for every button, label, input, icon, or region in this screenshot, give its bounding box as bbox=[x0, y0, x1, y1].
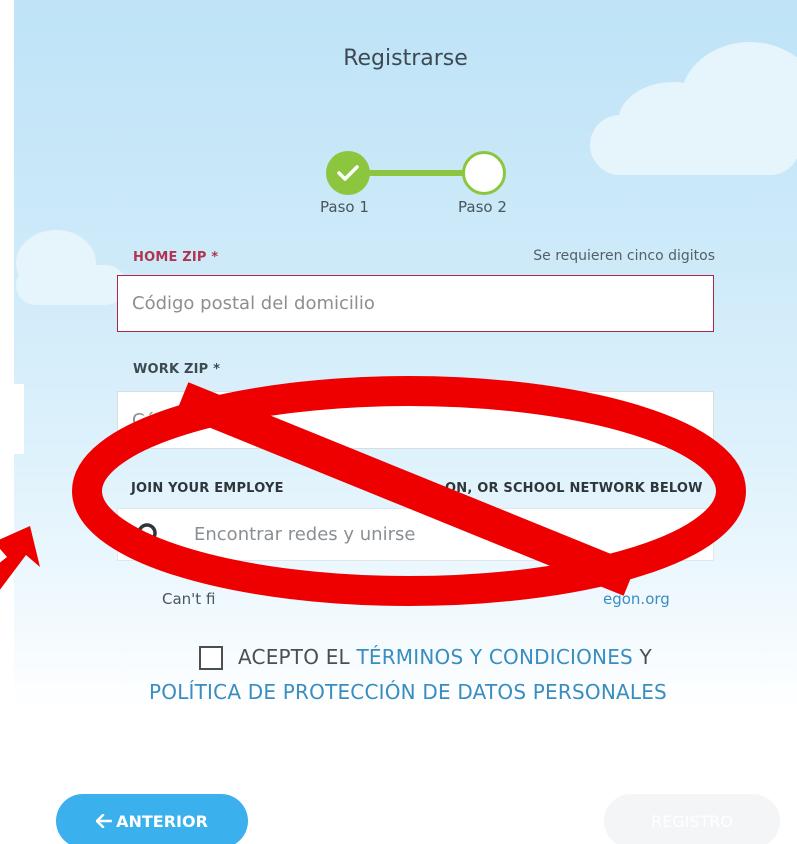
page: Registrarse Paso 1 Paso 2 HOME ZIP * Se … bbox=[0, 0, 797, 844]
terms-suffix: Y bbox=[632, 645, 652, 669]
home-zip-label-text: HOME ZIP bbox=[133, 250, 207, 265]
privacy-link[interactable]: POLÍTICA DE PROTECCIÓN DE DATOS PERSONAL… bbox=[149, 680, 667, 704]
terms-line-1: ACEPTO EL TÉRMINOS Y CONDICIONES Y bbox=[238, 645, 652, 669]
step-1-label: Paso 1 bbox=[320, 198, 369, 216]
terms-prefix: ACEPTO EL bbox=[238, 645, 357, 669]
network-placeholder: Encontrar redes y unirse bbox=[194, 524, 416, 545]
home-zip-label: HOME ZIP * bbox=[133, 250, 218, 265]
help-link[interactable]: egon.org bbox=[603, 590, 670, 608]
home-zip-input[interactable]: Código postal del domicilio bbox=[117, 275, 714, 332]
back-button-label: ANTERIOR bbox=[116, 811, 208, 831]
back-button[interactable]: ANTERIOR bbox=[56, 794, 248, 844]
required-mark: * bbox=[213, 362, 221, 377]
check-icon bbox=[337, 165, 359, 181]
step-2-label: Paso 2 bbox=[458, 198, 507, 216]
step-1-indicator bbox=[326, 151, 370, 195]
terms-link[interactable]: TÉRMINOS Y CONDICIONES bbox=[356, 645, 633, 669]
search-icon bbox=[137, 522, 161, 547]
step-2-indicator bbox=[462, 151, 506, 195]
register-button[interactable]: REGISTRO bbox=[604, 794, 780, 844]
network-search-input[interactable]: Encontrar redes y unirse bbox=[117, 508, 714, 561]
home-zip-hint: Se requieren cinco digitos bbox=[533, 248, 715, 264]
page-title: Registrarse bbox=[343, 46, 468, 71]
cloud-decoration bbox=[16, 265, 126, 305]
network-label-right: ON, OR SCHOOL NETWORK BELOW bbox=[445, 481, 703, 496]
work-zip-input[interactable]: Códi bbox=[117, 391, 714, 449]
arrow-left-icon bbox=[96, 814, 113, 828]
home-zip-placeholder: Código postal del domicilio bbox=[132, 293, 375, 314]
terms-checkbox[interactable] bbox=[199, 646, 223, 670]
work-zip-label-text: WORK ZIP bbox=[133, 362, 209, 377]
work-zip-placeholder: Códi bbox=[132, 409, 173, 431]
network-label-left: JOIN YOUR EMPLOYE bbox=[131, 481, 284, 496]
required-mark: * bbox=[211, 250, 219, 265]
register-button-label: REGISTRO bbox=[651, 811, 733, 831]
help-text: Can't fi bbox=[162, 590, 216, 608]
work-zip-label: WORK ZIP * bbox=[133, 362, 220, 377]
network-label: JOIN YOUR EMPLOYE bbox=[131, 481, 284, 496]
cloud-decoration bbox=[590, 115, 797, 175]
